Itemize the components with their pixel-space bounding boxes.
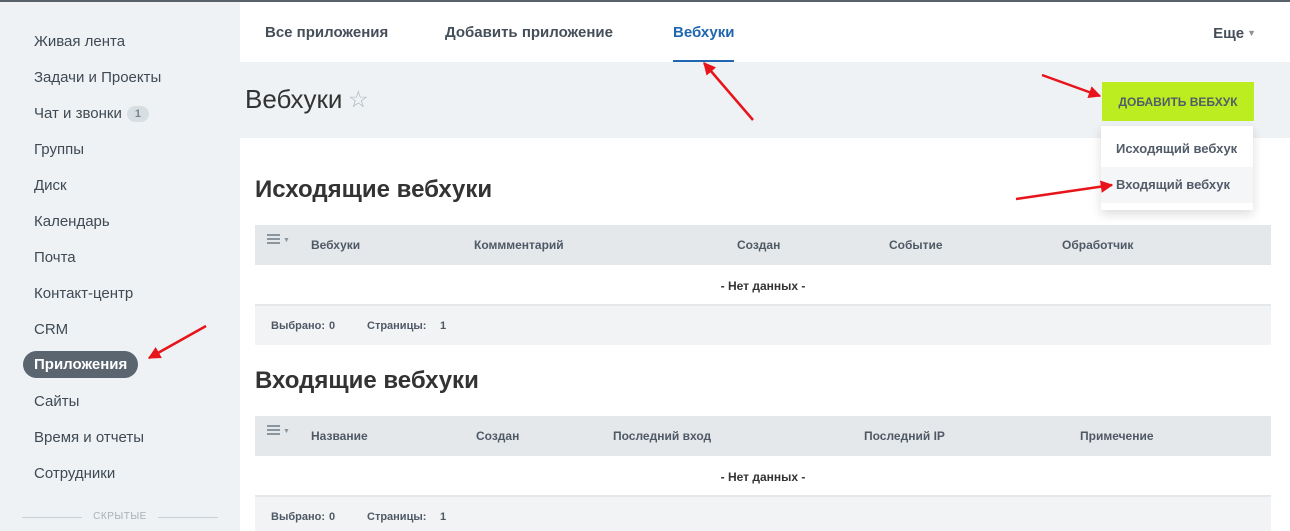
pages-value[interactable]: 1 [440, 306, 446, 346]
chevron-down-icon: ▼ [1247, 28, 1256, 38]
column-header[interactable]: Событие [889, 225, 943, 265]
outgoing-webhooks-grid: ▼ Вебхуки Коммментарий Создан Событие Об… [255, 225, 1271, 345]
selected-count-value: 0 [329, 320, 336, 332]
grid-footer: Выбрано: 0 Страницы: 1 [255, 496, 1271, 531]
chat-counter-badge: 1 [126, 106, 149, 122]
menu-item-chat[interactable]: Чат и звонки 1 [23, 100, 160, 127]
star-icon[interactable]: ☆ [348, 86, 369, 113]
menu-item-feed[interactable]: Живая лента [23, 28, 136, 55]
tab-webhooks[interactable]: Вебхуки [673, 2, 735, 62]
grid-settings-icon[interactable]: ▼ [267, 425, 290, 439]
selected-count-value: 0 [329, 511, 336, 523]
menu-item-groups[interactable]: Группы [23, 136, 95, 163]
incoming-section-title: Входящие вебхуки [255, 367, 479, 394]
grid-header: ▼ Название Создан Последний вход Последн… [255, 416, 1271, 456]
page-title: Вебхуки [245, 84, 343, 114]
selected-count-label: Выбрано: [271, 320, 325, 332]
menu-item-mail[interactable]: Почта [23, 244, 87, 271]
add-webhook-button[interactable]: Добавить вебхук [1102, 82, 1254, 121]
menu-item-time-reports[interactable]: Время и отчеты [23, 424, 155, 451]
column-header[interactable]: Вебхуки [311, 225, 360, 265]
pages-label: Страницы: [367, 511, 427, 523]
grid-empty-message: - Нет данных - [255, 456, 1271, 496]
tab-bar: Все приложения Добавить приложение Вебху… [240, 2, 1290, 62]
column-header[interactable]: Коммментарий [474, 225, 564, 265]
outgoing-section-title: Исходящие вебхуки [255, 176, 493, 203]
column-header[interactable]: Последний IP [864, 416, 945, 456]
grid-empty-message: - Нет данных - [255, 265, 1271, 305]
incoming-webhooks-grid: ▼ Название Создан Последний вход Последн… [255, 416, 1271, 531]
menu-item-sites[interactable]: Сайты [23, 388, 90, 415]
menu-item-outgoing-webhook[interactable]: Исходящий вебхук [1101, 131, 1253, 167]
menu-item-crm[interactable]: CRM [23, 316, 79, 343]
menu-item-disk[interactable]: Диск [23, 172, 78, 199]
more-label: Еще [1213, 25, 1245, 42]
pages-value[interactable]: 1 [440, 497, 446, 531]
add-webhook-dropdown: Исходящий вебхук Входящий вебхук [1101, 126, 1253, 210]
tab-all-apps[interactable]: Все приложения [265, 2, 388, 62]
grid-footer: Выбрано: 0 Страницы: 1 [255, 305, 1271, 345]
menu-item-employees[interactable]: Сотрудники [23, 460, 126, 487]
menu-item-tasks[interactable]: Задачи и Проекты [23, 64, 172, 91]
left-menu: Живая лента Задачи и Проекты Чат и звонк… [0, 2, 240, 531]
menu-item-calendar[interactable]: Календарь [23, 208, 121, 235]
grid-header: ▼ Вебхуки Коммментарий Создан Событие Об… [255, 225, 1271, 265]
hidden-items-separator[interactable]: СКРЫТЫЕ [22, 510, 218, 524]
column-header[interactable]: Примечение [1080, 416, 1154, 456]
separator-line [158, 517, 218, 518]
tab-add-app[interactable]: Добавить приложение [445, 2, 613, 62]
pages-label: Страницы: [367, 320, 427, 332]
column-header[interactable]: Создан [476, 416, 519, 456]
menu-item-incoming-webhook[interactable]: Входящий вебхук [1101, 167, 1253, 203]
column-header[interactable]: Обработчик [1062, 225, 1133, 265]
menu-item-applications[interactable]: Приложения [23, 351, 139, 378]
more-menu-button[interactable]: Еще ▼ [1213, 2, 1256, 62]
column-header[interactable]: Создан [737, 225, 780, 265]
column-header[interactable]: Название [311, 416, 368, 456]
menu-item-contact-center[interactable]: Контакт-центр [23, 280, 144, 307]
selected-count-label: Выбрано: [271, 511, 325, 523]
grid-settings-icon[interactable]: ▼ [267, 234, 290, 248]
column-header[interactable]: Последний вход [613, 416, 711, 456]
